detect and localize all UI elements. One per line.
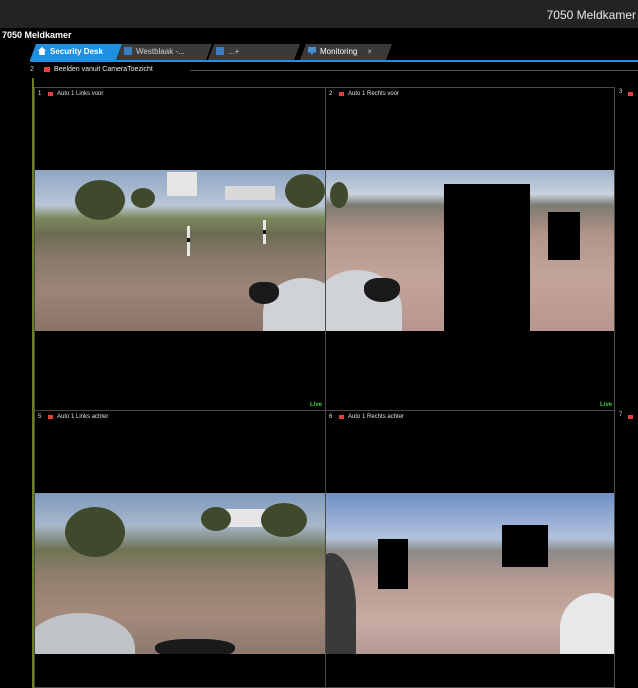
vehicle-body	[35, 613, 135, 654]
tree	[131, 188, 155, 208]
vehicle-body	[560, 593, 615, 654]
tile-number: 1	[38, 91, 42, 97]
side-mirror	[155, 639, 235, 654]
video-feed[interactable]	[35, 493, 325, 654]
tile-header: 1 Auto 1 Links voor	[35, 88, 325, 100]
tile-number: 2	[329, 91, 333, 97]
camera-tile-5[interactable]: 5 Auto 1 Links achter	[34, 410, 326, 688]
live-indicator: Live	[309, 402, 322, 408]
tab-westblaak[interactable]: Westblaak -...	[116, 44, 212, 60]
camera-tab-icon	[216, 47, 224, 55]
tile-camera-name: Auto 1 Links achter	[57, 414, 109, 420]
title-bar: 7050 Meldkamer	[0, 0, 638, 28]
bollard	[263, 220, 266, 244]
tile-header: 6 Auto 1 Rechts achter	[326, 411, 615, 423]
building	[225, 186, 275, 200]
building	[167, 172, 197, 196]
camera-icon	[339, 415, 344, 419]
tree	[75, 180, 125, 220]
tab-label: Monitoring	[320, 47, 358, 56]
group-number: 2	[30, 66, 34, 73]
tab-underline	[30, 60, 638, 62]
group-title: Beelden vanuit CameraToezicht	[54, 66, 153, 73]
tile-number: 6	[329, 414, 333, 420]
video-feed[interactable]	[326, 170, 615, 331]
camera-tab-icon	[124, 47, 132, 55]
camera-tile-7[interactable]: 7	[614, 410, 638, 688]
building	[225, 509, 265, 527]
tile-camera-name: Auto 1 Links voor	[57, 91, 104, 97]
app-label: 7050 Meldkamer	[0, 30, 74, 40]
camera-icon	[44, 67, 50, 72]
tree	[285, 174, 325, 208]
camera-icon	[48, 92, 53, 96]
video-feed[interactable]	[326, 493, 615, 654]
camera-tile-1[interactable]: 1 Auto 1 Links voor Live	[34, 87, 326, 411]
tree	[330, 182, 348, 208]
tile-camera-name: Auto 1 Rechts voor	[348, 91, 400, 97]
tile-number: 7	[619, 412, 623, 418]
tile-header: 5 Auto 1 Links achter	[35, 411, 325, 423]
side-mirror	[364, 278, 400, 302]
tree	[201, 507, 231, 531]
side-mirror	[249, 282, 279, 304]
privacy-mask	[548, 212, 580, 260]
camera-icon	[628, 415, 633, 419]
tab-monitoring[interactable]: Monitoring ×	[300, 44, 392, 60]
tree	[65, 507, 125, 557]
tile-header: 2 Auto 1 Rechts voor	[326, 88, 615, 100]
camera-tile-6[interactable]: 6 Auto 1 Rechts achter	[325, 410, 616, 688]
tab-label: ...+	[228, 47, 240, 56]
tree	[261, 503, 307, 537]
privacy-mask	[502, 525, 548, 567]
privacy-mask	[378, 539, 408, 589]
tile-number: 5	[38, 414, 42, 420]
divider	[190, 70, 638, 71]
tile-camera-name: Auto 1 Rechts achter	[348, 414, 405, 420]
camera-tile-3[interactable]: 3	[614, 87, 638, 411]
window-title: 7050 Meldkamer	[546, 8, 636, 22]
bollard	[187, 226, 190, 256]
tab-label: Westblaak -...	[136, 47, 185, 56]
camera-tile-2[interactable]: 2 Auto 1 Rechts voor Live	[325, 87, 616, 411]
tile-number: 3	[619, 89, 623, 95]
vehicle-body	[326, 553, 356, 654]
camera-group-header[interactable]: 2 Beelden vanuit CameraToezicht	[0, 64, 638, 76]
camera-icon	[48, 415, 53, 419]
close-icon[interactable]: ×	[367, 47, 372, 56]
home-icon	[38, 47, 46, 55]
video-feed[interactable]	[35, 170, 325, 331]
camera-icon	[628, 92, 633, 96]
tab-bar: Security Desk Westblaak -... ...+ Monito…	[0, 42, 638, 60]
tab-label: Security Desk	[50, 47, 103, 56]
privacy-mask	[444, 184, 530, 331]
monitor-icon	[308, 47, 316, 55]
camera-icon	[339, 92, 344, 96]
tab-security-desk[interactable]: Security Desk	[30, 44, 122, 60]
tab-more[interactable]: ...+	[208, 44, 300, 60]
live-indicator: Live	[599, 402, 612, 408]
